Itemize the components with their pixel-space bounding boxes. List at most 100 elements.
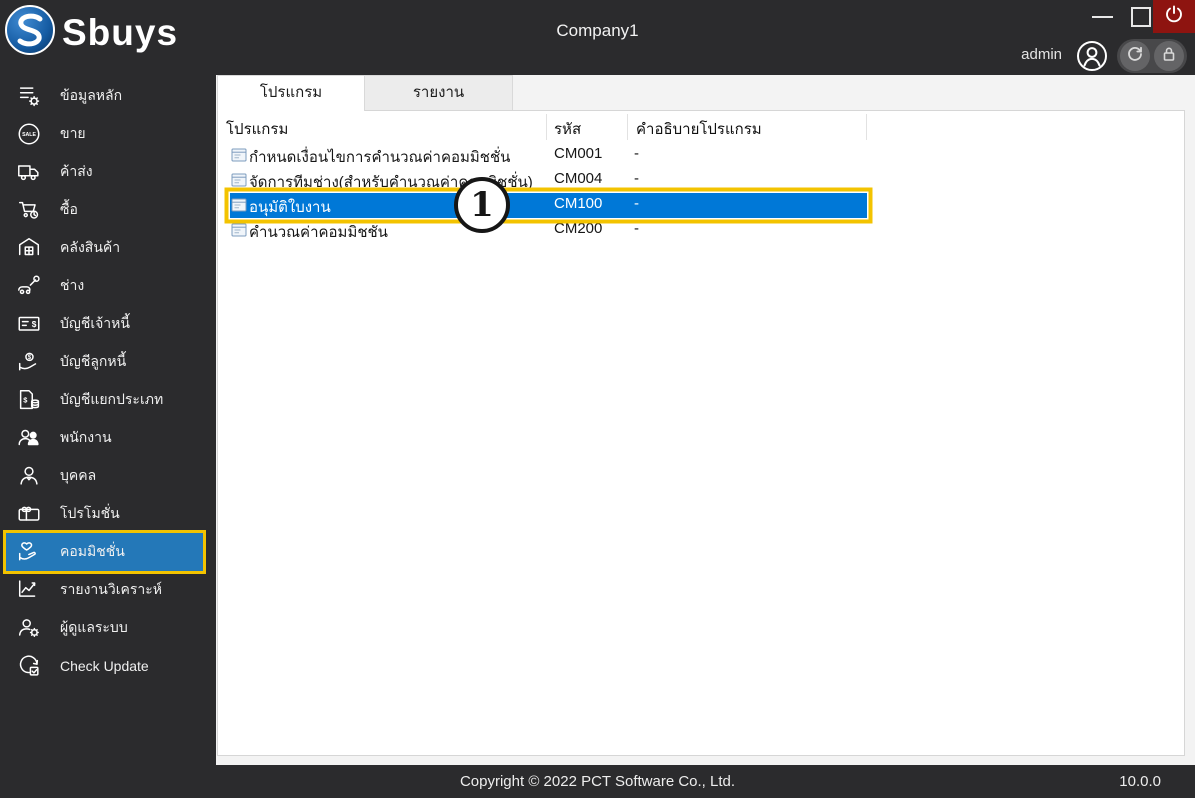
column-divider bbox=[546, 114, 547, 140]
power-icon bbox=[1164, 4, 1184, 29]
sidebar-item-label: บัญชีลูกหนี้ bbox=[60, 353, 127, 369]
minimize-icon bbox=[1091, 15, 1113, 18]
sidebar-item-wholesale[interactable]: ค้าส่ง bbox=[0, 153, 216, 191]
column-divider bbox=[866, 114, 867, 140]
check-update-icon bbox=[15, 652, 43, 680]
program-description: - bbox=[634, 195, 639, 212]
lock-icon bbox=[1160, 45, 1178, 68]
sidebar-item-administrator[interactable]: ผู้ดูแลระบบ bbox=[0, 609, 216, 647]
sidebar-item-label: บัญชีเจ้าหนี้ bbox=[60, 315, 130, 331]
svg-text:$: $ bbox=[32, 319, 37, 329]
sidebar: ข้อมูลหลัก SALE ขาย ค้าส่ง ซื้อ คลังสินค… bbox=[0, 75, 216, 765]
program-form-icon bbox=[231, 147, 247, 163]
tab-program[interactable]: โปรแกรม bbox=[217, 75, 365, 111]
sidebar-item-check-update[interactable]: Check Update bbox=[0, 647, 216, 685]
accounts-payable-icon: $ bbox=[15, 310, 43, 338]
sidebar-item-label: โปรโมชั่น bbox=[60, 505, 120, 521]
program-description: - bbox=[634, 220, 639, 237]
sidebar-item-label: คอมมิชชั่น bbox=[60, 543, 125, 559]
maximize-icon bbox=[1131, 6, 1151, 27]
sidebar-item-label: ค้าส่ง bbox=[60, 163, 93, 179]
program-name: คำนวณค่าคอมมิชชั่น bbox=[249, 224, 388, 241]
employees-icon bbox=[15, 424, 43, 452]
refresh-button[interactable] bbox=[1120, 41, 1150, 71]
sidebar-item-accounts-receivable[interactable]: $ บัญชีลูกหนี้ bbox=[0, 343, 216, 381]
sidebar-item-technician[interactable]: ช่าง bbox=[0, 267, 216, 305]
sidebar-item-analysis-report[interactable]: รายงานวิเคราะห์ bbox=[0, 571, 216, 609]
wholesale-truck-icon bbox=[15, 158, 43, 186]
master-data-icon bbox=[15, 82, 43, 110]
user-name: admin bbox=[1021, 46, 1062, 63]
program-code: CM001 bbox=[554, 145, 603, 162]
program-list-panel: โปรแกรม รหัส คำอธิบายโปรแกรม กำหนดเงื่อน… bbox=[217, 110, 1185, 756]
sidebar-item-employees[interactable]: พนักงาน bbox=[0, 419, 216, 457]
program-form-icon bbox=[231, 172, 247, 188]
sidebar-item-general-ledger[interactable]: $ บัญชีแยกประเภท bbox=[0, 381, 216, 419]
sidebar-item-promotion[interactable]: โปรโมชั่น bbox=[0, 495, 216, 533]
annotation-step-1-badge: 1 bbox=[454, 177, 510, 233]
sidebar-item-label: ช่าง bbox=[60, 277, 85, 293]
column-divider bbox=[627, 114, 628, 140]
sidebar-item-label: พนักงาน bbox=[60, 429, 112, 445]
table-row[interactable]: กำหนดเงื่อนไขการคำนวณค่าคอมมิชชั่น CM001… bbox=[218, 143, 1184, 168]
version-text: 10.0.0 bbox=[1119, 773, 1161, 790]
tab-report[interactable]: รายงาน bbox=[365, 75, 513, 110]
commission-icon bbox=[15, 538, 43, 566]
power-close-button[interactable] bbox=[1153, 0, 1195, 33]
program-description: - bbox=[634, 145, 639, 162]
sidebar-item-commission[interactable]: คอมมิชชั่น bbox=[3, 530, 206, 574]
program-code: CM200 bbox=[554, 220, 603, 237]
copyright-text: Copyright © 2022 PCT Software Co., Ltd. bbox=[459, 773, 736, 790]
statusbar: Copyright © 2022 PCT Software Co., Ltd. … bbox=[0, 765, 1195, 798]
svg-text:$: $ bbox=[23, 395, 28, 404]
sidebar-item-master-data[interactable]: ข้อมูลหลัก bbox=[0, 77, 216, 115]
sidebar-item-accounts-payable[interactable]: $ บัญชีเจ้าหนี้ bbox=[0, 305, 216, 343]
sidebar-item-purchase[interactable]: ซื้อ bbox=[0, 191, 216, 229]
sale-icon: SALE bbox=[15, 120, 43, 148]
sidebar-item-label: บัญชีแยกประเภท bbox=[60, 391, 164, 407]
sidebar-item-person[interactable]: บุคคล bbox=[0, 457, 216, 495]
sidebar-item-label: ผู้ดูแลระบบ bbox=[60, 619, 128, 635]
titlebar: Sbuys Company1 admin bbox=[0, 0, 1195, 75]
sidebar-item-label: คลังสินค้า bbox=[60, 239, 121, 255]
user-avatar-icon[interactable] bbox=[1076, 40, 1108, 72]
main-content: โปรแกรม รายงาน โปรแกรม รหัส คำอธิบายโปรแ… bbox=[216, 75, 1195, 765]
sidebar-item-label: บุคคล bbox=[60, 467, 97, 483]
program-form-icon bbox=[231, 222, 247, 238]
program-form-icon bbox=[231, 197, 247, 213]
table-row-selected[interactable]: อนุมัติใบงาน CM100 - bbox=[230, 193, 867, 218]
sidebar-item-label: ขาย bbox=[60, 125, 86, 141]
purchase-cart-icon bbox=[15, 196, 43, 224]
table-row[interactable]: คำนวณค่าคอมมิชชั่น CM200 - bbox=[218, 218, 1184, 243]
tab-bar: โปรแกรม รายงาน bbox=[217, 75, 513, 111]
column-header-description[interactable]: คำอธิบายโปรแกรม bbox=[636, 117, 762, 141]
table-row[interactable]: จัดการทีมช่าง(สำหรับคำนวณค่าคอมมิชชั่น) … bbox=[218, 168, 1184, 193]
program-description: - bbox=[634, 170, 639, 187]
program-code: CM004 bbox=[554, 170, 603, 187]
column-header-code[interactable]: รหัส bbox=[554, 117, 581, 141]
column-header-program[interactable]: โปรแกรม bbox=[226, 117, 288, 141]
sidebar-item-label: Check Update bbox=[60, 658, 149, 674]
svg-text:SALE: SALE bbox=[22, 132, 36, 138]
warehouse-icon bbox=[15, 234, 43, 262]
sidebar-item-warehouse[interactable]: คลังสินค้า bbox=[0, 229, 216, 267]
sidebar-item-label: ข้อมูลหลัก bbox=[60, 87, 123, 103]
promotion-icon bbox=[15, 500, 43, 528]
program-name: กำหนดเงื่อนไขการคำนวณค่าคอมมิชชั่น bbox=[249, 149, 511, 166]
sidebar-item-sale[interactable]: SALE ขาย bbox=[0, 115, 216, 153]
minimize-button[interactable] bbox=[1082, 0, 1122, 33]
analysis-report-icon bbox=[15, 576, 43, 604]
sidebar-item-label: ซื้อ bbox=[60, 201, 78, 217]
sidebar-item-label: รายงานวิเคราะห์ bbox=[60, 581, 162, 597]
program-code: CM100 bbox=[554, 195, 603, 212]
window-title: Company1 bbox=[556, 21, 639, 40]
table-header: โปรแกรม รหัส คำอธิบายโปรแกรม bbox=[218, 112, 1184, 142]
program-name: อนุมัติใบงาน bbox=[249, 199, 331, 216]
person-icon bbox=[15, 462, 43, 490]
general-ledger-icon: $ bbox=[15, 386, 43, 414]
admin-icon bbox=[15, 614, 43, 642]
refresh-icon bbox=[1126, 45, 1144, 68]
lock-button[interactable] bbox=[1154, 41, 1184, 71]
accounts-receivable-icon: $ bbox=[15, 348, 43, 376]
technician-icon bbox=[15, 272, 43, 300]
